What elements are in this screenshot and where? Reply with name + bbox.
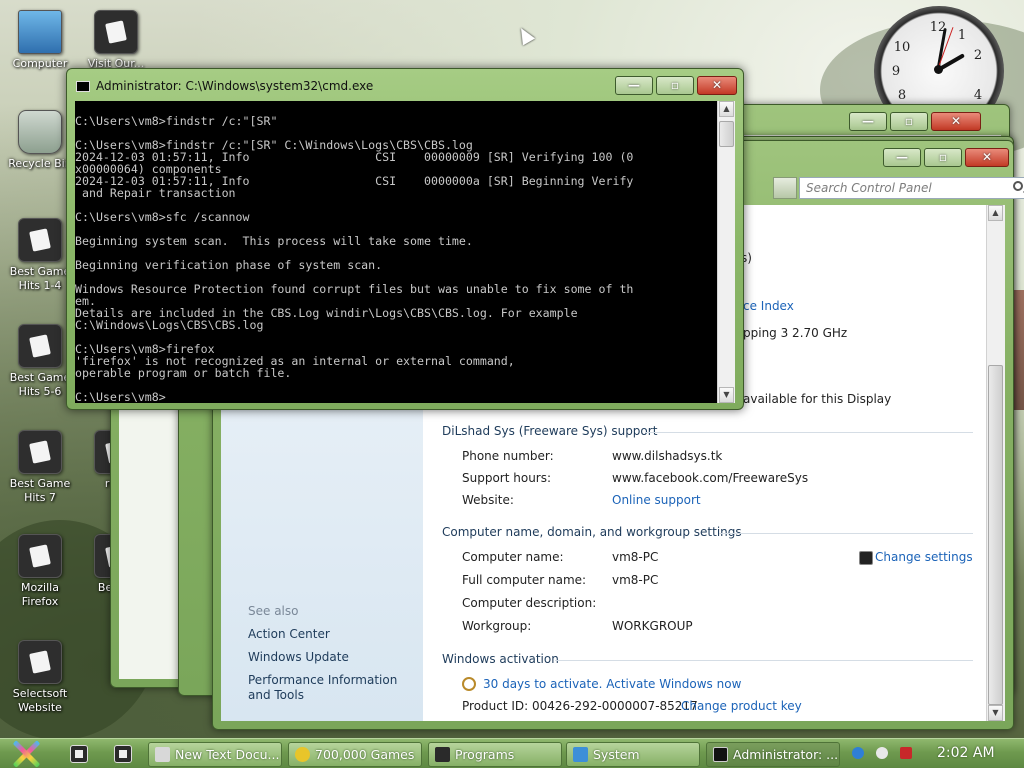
taskbar-item-cmd[interactable]: Administrator: ... bbox=[706, 742, 840, 767]
console-scrollbar[interactable]: ▲ ▼ bbox=[717, 101, 735, 403]
change-product-key-link[interactable]: Change product key bbox=[681, 699, 802, 713]
support-heading: DiLshad Sys (Freeware Sys) support bbox=[442, 424, 658, 438]
close-button[interactable]: ✕ bbox=[965, 148, 1009, 167]
network-icon[interactable] bbox=[852, 747, 864, 759]
close-icon: ✕ bbox=[981, 150, 993, 164]
recycle-bin-icon bbox=[18, 110, 62, 154]
shortcut-icon bbox=[18, 534, 62, 578]
minimize-icon: — bbox=[628, 78, 640, 92]
scroll-up-icon[interactable]: ▲ bbox=[719, 101, 734, 117]
taskbar: New Text Docu... 700,000 Games Programs … bbox=[0, 738, 1024, 768]
close-icon: ✕ bbox=[711, 78, 723, 92]
cmd-window[interactable]: Administrator: C:\Windows\system32\cmd.e… bbox=[66, 68, 744, 410]
scroll-down-icon[interactable]: ▼ bbox=[719, 387, 734, 403]
divider bbox=[719, 533, 973, 534]
console-line: Beginning system scan. This process will… bbox=[75, 234, 473, 248]
maximize-icon: ▫ bbox=[938, 150, 948, 164]
console-line: operable program or batch file. bbox=[75, 366, 292, 380]
see-also-heading: See also bbox=[248, 604, 299, 618]
volume-muted-icon[interactable] bbox=[900, 747, 912, 759]
activate-windows-link[interactable]: 30 days to activate. Activate Windows no… bbox=[483, 677, 741, 691]
close-button[interactable]: ✕ bbox=[697, 76, 737, 95]
taskbar-item-system[interactable]: System bbox=[566, 742, 700, 767]
search-input[interactable]: Search Control Panel bbox=[799, 177, 1024, 199]
maximize-button[interactable]: ▫ bbox=[924, 148, 962, 167]
console-line: C:\Users\vm8> bbox=[75, 390, 166, 403]
product-id: Product ID: 00426-292-0000007-85217 bbox=[462, 699, 698, 713]
console-line: C:\Users\vm8>findstr /c:"[SR" bbox=[75, 114, 278, 128]
close-button[interactable]: ✕ bbox=[931, 112, 981, 131]
link-action-center[interactable]: Action Center bbox=[248, 627, 330, 642]
quick-launch-icon[interactable] bbox=[114, 745, 132, 763]
shortcut-icon bbox=[18, 324, 62, 368]
shortcut-icon bbox=[18, 430, 62, 474]
console-line: Windows Resource Protection found corrup… bbox=[75, 282, 634, 296]
system-icon bbox=[573, 747, 588, 762]
link-performance-information[interactable]: Performance Information and Tools bbox=[248, 673, 418, 703]
scroll-thumb[interactable] bbox=[988, 365, 1003, 705]
divider bbox=[555, 660, 973, 661]
scroll-up-icon[interactable]: ▲ bbox=[988, 205, 1003, 221]
maximize-button[interactable]: ▫ bbox=[656, 76, 694, 95]
action-center-icon[interactable] bbox=[876, 747, 888, 759]
minimize-icon: — bbox=[896, 150, 908, 164]
taskbar-item-text-document[interactable]: New Text Docu... bbox=[148, 742, 282, 767]
window-title: Administrator: C:\Windows\system32\cmd.e… bbox=[96, 79, 374, 93]
desktop-icon-selectsoft[interactable]: Selectsoft Website bbox=[2, 640, 78, 715]
minimize-icon: — bbox=[862, 114, 874, 128]
clock-time[interactable]: 2:02 AM bbox=[937, 745, 995, 761]
minimize-button[interactable]: — bbox=[615, 76, 653, 95]
search-icon bbox=[1013, 181, 1023, 191]
console-line: C:\Users\vm8>sfc /scannow bbox=[75, 210, 250, 224]
scroll-down-icon[interactable]: ▼ bbox=[988, 705, 1003, 721]
clock-center bbox=[934, 65, 943, 74]
desktop-icon-visit[interactable]: Visit Our... bbox=[78, 10, 154, 71]
minimize-button[interactable]: — bbox=[883, 148, 921, 167]
cmd-icon bbox=[76, 81, 90, 92]
maximize-button[interactable]: ▫ bbox=[890, 112, 928, 131]
key-icon bbox=[462, 677, 476, 691]
quick-launch-icon[interactable] bbox=[70, 745, 88, 763]
desktop-icon-mozilla-firefox[interactable]: Mozilla Firefox bbox=[2, 534, 78, 609]
shortcut-icon bbox=[18, 640, 62, 684]
mouse-cursor-icon bbox=[514, 24, 536, 46]
notepad-icon bbox=[155, 747, 170, 762]
minimize-button[interactable]: — bbox=[849, 112, 887, 131]
refresh-button[interactable] bbox=[773, 177, 797, 199]
close-icon: ✕ bbox=[950, 114, 962, 128]
scroll-thumb[interactable] bbox=[719, 121, 734, 147]
computer-icon bbox=[18, 10, 62, 54]
windows-activation-heading: Windows activation bbox=[442, 652, 559, 666]
maximize-icon: ▫ bbox=[904, 114, 914, 128]
shield-icon bbox=[859, 551, 873, 565]
system-scrollbar[interactable]: ▲ ▼ bbox=[986, 205, 1005, 721]
computer-name-heading: Computer name, domain, and workgroup set… bbox=[442, 525, 742, 539]
console-output[interactable]: C:\Users\vm8>findstr /c:"[SR" C:\Users\v… bbox=[75, 101, 717, 403]
console-line: C:\Windows\Logs\CBS\CBS.log bbox=[75, 318, 264, 332]
windows-experience-index-link[interactable]: ce Index bbox=[743, 299, 794, 313]
taskbar-item-games[interactable]: 700,000 Games bbox=[288, 742, 422, 767]
maximize-icon: ▫ bbox=[670, 78, 680, 92]
link-windows-update[interactable]: Windows Update bbox=[248, 650, 349, 665]
system-tray bbox=[842, 739, 1024, 768]
folder-icon bbox=[435, 747, 450, 762]
desktop-icon-computer[interactable]: Computer bbox=[2, 10, 78, 71]
change-settings-link[interactable]: Change settings bbox=[875, 550, 973, 564]
desktop-icon-best-game-7[interactable]: Best Game Hits 7 bbox=[2, 430, 78, 505]
console-line: Beginning verification phase of system s… bbox=[75, 258, 383, 272]
online-support-link[interactable]: Online support bbox=[612, 493, 701, 507]
taskbar-item-programs[interactable]: Programs bbox=[428, 742, 562, 767]
shortcut-icon bbox=[94, 10, 138, 54]
shortcut-icon bbox=[18, 218, 62, 262]
start-button[interactable] bbox=[6, 733, 46, 768]
dollar-icon bbox=[295, 747, 310, 762]
console-line: and Repair transaction bbox=[75, 186, 236, 200]
cmd-icon bbox=[713, 747, 728, 762]
divider bbox=[645, 432, 973, 433]
